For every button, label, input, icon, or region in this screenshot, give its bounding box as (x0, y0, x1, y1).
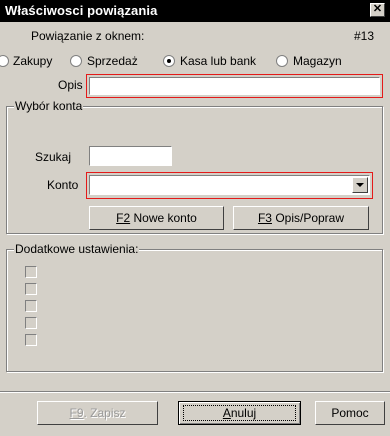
new-account-button[interactable]: F2 Nowe konto (89, 206, 224, 230)
extra-checkbox[interactable] (25, 266, 37, 278)
extra-checkbox[interactable] (25, 283, 37, 295)
extra-settings-legend: Dodatkowe ustawienia: (14, 242, 140, 256)
focus-rect (183, 405, 296, 421)
dropdown-arrow-icon[interactable] (352, 177, 368, 193)
window-number: #13 (354, 29, 375, 43)
opis-label: Opis (58, 78, 83, 92)
radio-kasa-bank[interactable] (163, 55, 175, 67)
radio-kasa-bank-label: Kasa lub bank (180, 54, 257, 68)
radio-magazyn-label: Magazyn (293, 54, 342, 68)
edit-description-label: Opis/Popraw (271, 211, 345, 225)
extra-checkbox[interactable] (25, 334, 37, 346)
konto-label: Konto (47, 178, 79, 192)
extra-settings-group (6, 249, 383, 372)
account-selection-legend: Wybór konta (14, 99, 84, 113)
search-input[interactable] (89, 146, 172, 166)
extra-checkbox[interactable] (25, 300, 37, 312)
extra-checkbox[interactable] (25, 317, 37, 329)
footer-divider (0, 391, 390, 393)
save-button[interactable]: F9. Zapisz (37, 401, 158, 425)
save-key: F9 (69, 406, 84, 420)
new-account-key: F2 (116, 211, 131, 225)
radio-zakupy[interactable] (0, 55, 9, 67)
edit-description-button[interactable]: F3 Opis/Popraw (233, 206, 369, 230)
radio-zakupy-label: Zakupy (13, 54, 53, 68)
window-title: Właściwosci powiązania (5, 3, 158, 18)
konto-combobox[interactable] (89, 175, 370, 195)
radio-magazyn[interactable] (276, 55, 288, 67)
linked-window-label: Powiązanie z oknem: (31, 29, 145, 43)
close-button[interactable]: ✕ (370, 3, 385, 17)
help-button[interactable]: Pomoc (315, 401, 385, 425)
opis-input[interactable] (89, 77, 380, 95)
title-bar[interactable]: Właściwosci powiązania ✕ (0, 0, 390, 22)
edit-description-key: F3 (257, 211, 272, 225)
new-account-label: Nowe konto (130, 211, 197, 225)
radio-sprzedaz[interactable] (70, 55, 82, 67)
close-icon: ✕ (372, 3, 383, 15)
search-label: Szukaj (35, 150, 72, 164)
radio-sprzedaz-label: Sprzedaż (87, 54, 138, 68)
save-label: . Zapisz (83, 406, 126, 420)
cancel-button[interactable]: Anuluj (178, 401, 301, 425)
